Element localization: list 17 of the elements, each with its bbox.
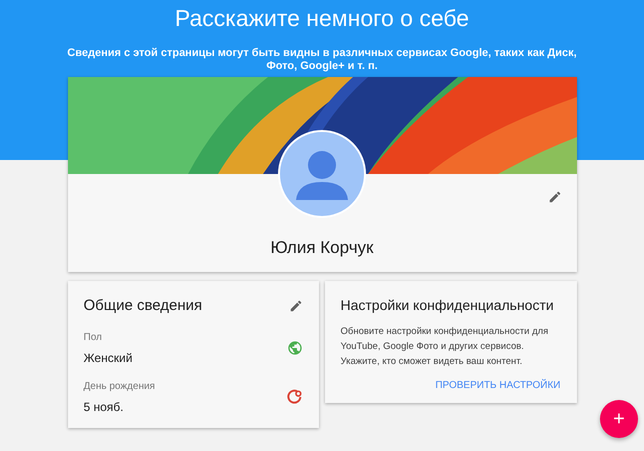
field-label: Пол bbox=[84, 330, 103, 344]
edit-icon[interactable] bbox=[548, 190, 562, 204]
page-subtitle: Сведения с этой страницы могут быть видны в различных сервисах Google, таких как Диск, Фото, Google+ и т. п. bbox=[66, 47, 578, 73]
field-value: Женский bbox=[84, 350, 132, 366]
field-label: День рождения bbox=[84, 380, 155, 394]
page-title: Расскажите немного о себе bbox=[174, 7, 470, 30]
card-title: Общие сведения bbox=[84, 296, 202, 316]
check-settings-link[interactable]: ПРОВЕРИТЬ НАСТРОЙКИ bbox=[435, 378, 560, 393]
edit-icon[interactable] bbox=[288, 299, 302, 314]
circles-icon[interactable] bbox=[286, 389, 302, 405]
field-value: 5 нояб. bbox=[84, 398, 125, 416]
card-title: Настройки конфиденциальности bbox=[340, 296, 555, 315]
globe-icon[interactable] bbox=[286, 340, 302, 356]
add-button[interactable]: + bbox=[600, 400, 638, 438]
profile-name: Юлия Корчук bbox=[270, 237, 374, 259]
privacy-text: Обновите настройки конфиденциальности для YouTube, Google Фото и других сервисов. Укажите, кто сможет видеть ваш контент. bbox=[340, 325, 550, 369]
avatar-icon[interactable] bbox=[278, 130, 366, 218]
